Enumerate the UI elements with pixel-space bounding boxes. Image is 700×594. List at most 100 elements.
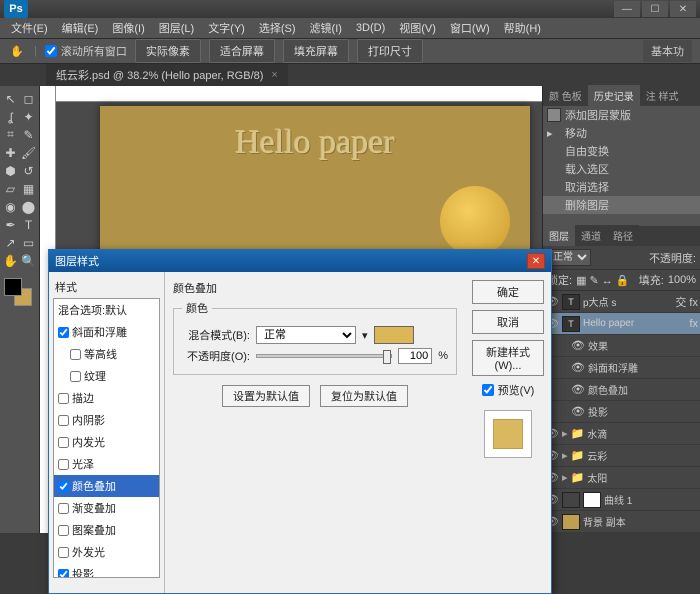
layer-row[interactable]: 👁▸ 📁太阳 xyxy=(543,467,700,489)
marquee-tool[interactable]: ◻ xyxy=(20,90,37,107)
style-row[interactable]: 投影 xyxy=(54,563,159,578)
color-swatches[interactable] xyxy=(2,276,32,306)
dialog-titlebar[interactable]: 图层样式 ✕ xyxy=(49,250,551,272)
tab-channels[interactable]: 通道 xyxy=(575,225,607,246)
document-tab-label: 纸云彩.psd @ 38.2% (Hello paper, RGB/8) xyxy=(56,67,263,83)
type-tool[interactable]: T xyxy=(20,216,37,233)
path-tool[interactable]: ↗ xyxy=(2,234,19,251)
scroll-all-checkbox[interactable]: 滚动所有窗口 xyxy=(45,43,127,59)
layer-effect-row[interactable]: 👁效果 xyxy=(543,335,700,357)
menu-layer[interactable]: 图层(L) xyxy=(154,18,199,38)
healing-tool[interactable]: ✚ xyxy=(2,144,19,161)
lasso-tool[interactable]: ʆ xyxy=(2,108,19,125)
blend-mode-select[interactable]: 正常 xyxy=(256,326,356,344)
style-row[interactable]: 光泽 xyxy=(54,453,159,475)
close-button[interactable]: ✕ xyxy=(670,1,696,17)
layer-effect-row[interactable]: 👁斜面和浮雕 xyxy=(543,357,700,379)
menu-edit[interactable]: 编辑(E) xyxy=(57,18,104,38)
reset-default-button[interactable]: 复位为默认值 xyxy=(320,385,408,407)
crop-tool[interactable]: ⌗ xyxy=(2,126,19,143)
history-item[interactable]: 载入选区 xyxy=(543,160,700,178)
history-item[interactable]: 自由变换 xyxy=(543,142,700,160)
hand-tool[interactable]: ✋ xyxy=(2,252,19,269)
tab-styles[interactable]: 注 样式 xyxy=(640,85,685,106)
history-item[interactable]: 添加图层蒙版 xyxy=(543,106,700,124)
style-row[interactable]: 渐变叠加 xyxy=(54,497,159,519)
layer-row[interactable]: 👁背景 副本 xyxy=(543,511,700,533)
lock-icons[interactable]: ▦ ✎ ↔ 🔒 xyxy=(576,274,629,287)
tab-layers[interactable]: 图层 xyxy=(543,225,575,246)
menu-select[interactable]: 选择(S) xyxy=(254,18,301,38)
overlay-color-swatch[interactable] xyxy=(374,326,414,344)
brush-tool[interactable]: 🖌 xyxy=(20,144,37,161)
style-settings: 颜色叠加 颜色 混合模式(B): 正常 ▾ 不透明度(O): xyxy=(165,272,465,593)
actual-pixels-button[interactable]: 实际像素 xyxy=(135,39,201,63)
style-row[interactable]: 图案叠加 xyxy=(54,519,159,541)
dialog-close-button[interactable]: ✕ xyxy=(527,253,545,269)
eyedropper-tool[interactable]: ✎ xyxy=(20,126,37,143)
style-row[interactable]: 内发光 xyxy=(54,431,159,453)
menu-image[interactable]: 图像(I) xyxy=(107,18,149,38)
layer-row[interactable]: 👁Tp大点 s交 fx xyxy=(543,291,700,313)
wand-tool[interactable]: ✦ xyxy=(20,108,37,125)
close-tab-icon[interactable]: × xyxy=(271,69,277,81)
stamp-tool[interactable]: ⬢ xyxy=(2,162,19,179)
fill-screen-button[interactable]: 填充屏幕 xyxy=(283,39,349,63)
menu-file[interactable]: 文件(E) xyxy=(6,18,53,38)
set-default-button[interactable]: 设置为默认值 xyxy=(222,385,310,407)
menu-filter[interactable]: 滤镜(I) xyxy=(305,18,347,38)
section-title: 颜色叠加 xyxy=(173,280,457,296)
minimize-button[interactable]: — xyxy=(614,1,640,17)
dodge-tool[interactable]: ⬤ xyxy=(20,198,37,215)
eraser-tool[interactable]: ▱ xyxy=(2,180,19,197)
layer-row[interactable]: 👁曲线 1 xyxy=(543,489,700,511)
blend-mode-select[interactable]: 正常 xyxy=(547,249,591,266)
document-tabbar: 纸云彩.psd @ 38.2% (Hello paper, RGB/8) × xyxy=(0,64,700,86)
layer-effect-row[interactable]: 👁颜色叠加 xyxy=(543,379,700,401)
blend-options-row[interactable]: 混合选项:默认 xyxy=(54,299,159,321)
folder-icon: ▸ 📁 xyxy=(562,449,584,462)
menu-3d[interactable]: 3D(D) xyxy=(351,20,390,36)
print-size-button[interactable]: 打印尺寸 xyxy=(357,39,423,63)
tab-paths[interactable]: 路径 xyxy=(607,225,639,246)
ruler-horizontal xyxy=(56,86,542,102)
style-row[interactable]: 描边 xyxy=(54,387,159,409)
style-row[interactable]: 等高线 xyxy=(54,343,159,365)
move-tool[interactable]: ↖ xyxy=(2,90,19,107)
style-row[interactable]: 内阴影 xyxy=(54,409,159,431)
menu-window[interactable]: 窗口(W) xyxy=(445,18,495,38)
tab-history[interactable]: 历史记录 xyxy=(588,85,640,106)
layer-row[interactable]: 👁THello paperfx xyxy=(543,313,700,335)
style-row[interactable]: 颜色叠加 xyxy=(54,475,159,497)
layer-row[interactable]: 👁▸ 📁云彩 xyxy=(543,445,700,467)
menu-type[interactable]: 文字(Y) xyxy=(203,18,250,38)
layer-effect-row[interactable]: 👁投影 xyxy=(543,401,700,423)
fit-screen-button[interactable]: 适合屏幕 xyxy=(209,39,275,63)
menu-view[interactable]: 视图(V) xyxy=(394,18,441,38)
zoom-tool[interactable]: 🔍 xyxy=(20,252,37,269)
ok-button[interactable]: 确定 xyxy=(472,280,544,304)
history-item[interactable]: 删除图层 xyxy=(543,196,700,214)
layer-row[interactable]: 👁▸ 📁水滴 xyxy=(543,423,700,445)
foreground-color[interactable] xyxy=(4,278,22,296)
opacity-input[interactable] xyxy=(398,348,432,364)
style-row[interactable]: 斜面和浮雕 xyxy=(54,321,159,343)
shape-tool[interactable]: ▭ xyxy=(20,234,37,251)
new-style-button[interactable]: 新建样式(W)... xyxy=(472,340,544,376)
history-item[interactable]: ▸移动 xyxy=(543,124,700,142)
menu-help[interactable]: 帮助(H) xyxy=(499,18,546,38)
preview-checkbox[interactable]: 预览(V) xyxy=(482,382,535,398)
cancel-button[interactable]: 取消 xyxy=(472,310,544,334)
document-tab[interactable]: 纸云彩.psd @ 38.2% (Hello paper, RGB/8) × xyxy=(46,64,288,86)
blur-tool[interactable]: ◉ xyxy=(2,198,19,215)
maximize-button[interactable]: ☐ xyxy=(642,1,668,17)
gradient-tool[interactable]: ▦ xyxy=(20,180,37,197)
history-brush-tool[interactable]: ↺ xyxy=(20,162,37,179)
basic-workspace-button[interactable]: 基本功 xyxy=(643,40,692,62)
history-item[interactable]: 取消选择 xyxy=(543,178,700,196)
opacity-slider[interactable] xyxy=(256,354,392,358)
pen-tool[interactable]: ✒ xyxy=(2,216,19,233)
style-row[interactable]: 外发光 xyxy=(54,541,159,563)
style-row[interactable]: 纹理 xyxy=(54,365,159,387)
tab-color[interactable]: 颜 色板 xyxy=(543,85,588,106)
